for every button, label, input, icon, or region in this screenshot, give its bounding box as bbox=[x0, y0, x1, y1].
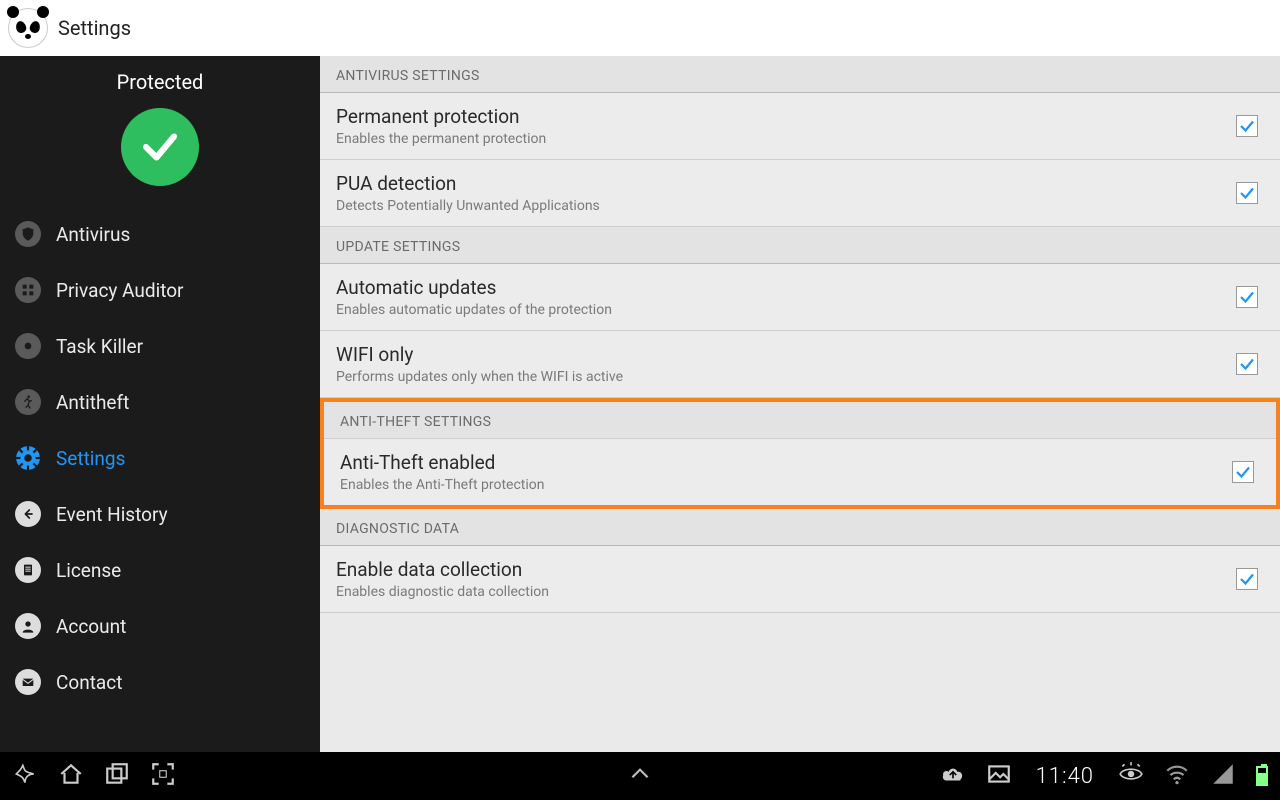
setting-subtitle: Enables automatic updates of the protect… bbox=[336, 302, 1236, 318]
checkmark-icon bbox=[121, 108, 199, 186]
image-icon[interactable] bbox=[986, 761, 1012, 791]
highlighted-antitheft-section: ANTI-THEFT SETTINGS Anti-Theft enabled E… bbox=[320, 398, 1280, 509]
setting-title: Anti-Theft enabled bbox=[340, 451, 1232, 474]
checkbox[interactable] bbox=[1236, 568, 1258, 590]
setting-subtitle: Detects Potentially Unwanted Application… bbox=[336, 198, 1236, 214]
setting-subtitle: Enables diagnostic data collection bbox=[336, 584, 1236, 600]
setting-subtitle: Enables the Anti-Theft protection bbox=[340, 477, 1232, 493]
gear-icon bbox=[14, 444, 42, 472]
target-icon bbox=[14, 332, 42, 360]
setting-title: Enable data collection bbox=[336, 558, 1236, 581]
sidebar-item-license[interactable]: License bbox=[0, 542, 320, 598]
screenshot-icon[interactable] bbox=[150, 761, 176, 791]
sidebar-item-label: Account bbox=[56, 615, 126, 638]
person-icon bbox=[14, 612, 42, 640]
sidebar-item-label: License bbox=[56, 559, 121, 582]
setting-data-collection[interactable]: Enable data collection Enables diagnosti… bbox=[320, 546, 1280, 613]
drawer-handle-icon[interactable] bbox=[627, 761, 653, 791]
cloud-upload-icon[interactable] bbox=[940, 761, 966, 791]
home-icon[interactable] bbox=[58, 761, 84, 791]
sidebar: Protected Antivirus Privacy Auditor Task… bbox=[0, 56, 320, 752]
arrow-left-icon bbox=[14, 500, 42, 528]
sidebar-item-label: Task Killer bbox=[56, 335, 143, 358]
checkbox[interactable] bbox=[1232, 461, 1254, 483]
setting-title: Automatic updates bbox=[336, 276, 1236, 299]
document-icon bbox=[14, 556, 42, 584]
sidebar-item-label: Settings bbox=[56, 447, 125, 470]
system-navbar: 11:40 bbox=[0, 752, 1280, 800]
mail-icon bbox=[14, 668, 42, 696]
setting-automatic-updates[interactable]: Automatic updates Enables automatic upda… bbox=[320, 264, 1280, 331]
sidebar-item-contact[interactable]: Contact bbox=[0, 654, 320, 710]
app-logo-icon bbox=[8, 8, 48, 48]
back-icon[interactable] bbox=[12, 761, 38, 791]
setting-pua-detection[interactable]: PUA detection Detects Potentially Unwant… bbox=[320, 160, 1280, 227]
app-bar: Settings bbox=[0, 0, 1280, 56]
sidebar-item-label: Contact bbox=[56, 671, 122, 694]
sidebar-item-label: Privacy Auditor bbox=[56, 279, 184, 302]
setting-title: PUA detection bbox=[336, 172, 1236, 195]
sidebar-item-account[interactable]: Account bbox=[0, 598, 320, 654]
settings-content[interactable]: ANTIVIRUS SETTINGS Permanent protection … bbox=[320, 56, 1280, 752]
setting-title: Permanent protection bbox=[336, 105, 1236, 128]
section-header-diagnostic: DIAGNOSTIC DATA bbox=[320, 509, 1280, 546]
app-bar-title: Settings bbox=[58, 16, 131, 40]
sidebar-item-privacy-auditor[interactable]: Privacy Auditor bbox=[0, 262, 320, 318]
sidebar-item-label: Antitheft bbox=[56, 391, 129, 414]
run-icon bbox=[14, 388, 42, 416]
shield-icon bbox=[14, 220, 42, 248]
sidebar-item-label: Antivirus bbox=[56, 223, 130, 246]
checkbox[interactable] bbox=[1236, 115, 1258, 137]
checkbox[interactable] bbox=[1236, 182, 1258, 204]
setting-wifi-only[interactable]: WIFI only Performs updates only when the… bbox=[320, 331, 1280, 398]
sidebar-item-label: Event History bbox=[56, 503, 168, 526]
protection-status: Protected bbox=[0, 70, 320, 206]
section-header-antitheft: ANTI-THEFT SETTINGS bbox=[324, 402, 1276, 439]
main-area: Protected Antivirus Privacy Auditor Task… bbox=[0, 56, 1280, 752]
setting-permanent-protection[interactable]: Permanent protection Enables the permane… bbox=[320, 93, 1280, 160]
setting-subtitle: Performs updates only when the WIFI is a… bbox=[336, 369, 1236, 385]
eye-icon[interactable] bbox=[1118, 761, 1144, 791]
signal-icon bbox=[1210, 761, 1236, 791]
checkbox[interactable] bbox=[1236, 286, 1258, 308]
setting-antitheft-enabled[interactable]: Anti-Theft enabled Enables the Anti-Thef… bbox=[324, 439, 1276, 505]
recent-apps-icon[interactable] bbox=[104, 761, 130, 791]
setting-title: WIFI only bbox=[336, 343, 1236, 366]
section-header-antivirus: ANTIVIRUS SETTINGS bbox=[320, 56, 1280, 93]
sidebar-item-task-killer[interactable]: Task Killer bbox=[0, 318, 320, 374]
grid-icon bbox=[14, 276, 42, 304]
section-header-update: UPDATE SETTINGS bbox=[320, 227, 1280, 264]
wifi-icon bbox=[1164, 761, 1190, 791]
battery-icon bbox=[1256, 766, 1268, 787]
sidebar-item-antitheft[interactable]: Antitheft bbox=[0, 374, 320, 430]
checkbox[interactable] bbox=[1236, 353, 1258, 375]
sidebar-item-antivirus[interactable]: Antivirus bbox=[0, 206, 320, 262]
status-clock: 11:40 bbox=[1036, 764, 1094, 789]
sidebar-item-settings[interactable]: Settings bbox=[0, 430, 320, 486]
protection-status-label: Protected bbox=[0, 70, 320, 94]
setting-subtitle: Enables the permanent protection bbox=[336, 131, 1236, 147]
sidebar-item-event-history[interactable]: Event History bbox=[0, 486, 320, 542]
